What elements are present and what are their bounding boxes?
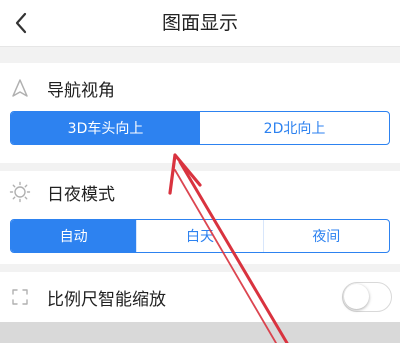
navigation-arrow-icon <box>9 77 31 99</box>
section-divider <box>0 47 400 63</box>
navigation-view-label: 导航视角 <box>47 80 115 101</box>
option-2d-north-up[interactable]: 2D北向上 <box>200 112 389 144</box>
navigation-view-section: 导航视角 3D车头向上 2D北向上 <box>0 63 400 163</box>
option-night[interactable]: 夜间 <box>262 220 389 252</box>
sun-icon <box>9 181 31 203</box>
header-bar: 图面显示 <box>0 0 400 47</box>
option-auto[interactable]: 自动 <box>11 220 137 252</box>
option-3d-heading-up[interactable]: 3D车头向上 <box>11 112 200 144</box>
smart-scale-row: 比例尺智能缩放 <box>0 272 400 322</box>
day-night-mode-label: 日夜模式 <box>47 184 115 205</box>
smart-scale-toggle[interactable] <box>342 282 392 312</box>
toggle-knob <box>344 284 369 309</box>
bottom-area <box>0 322 400 343</box>
option-day[interactable]: 白天 <box>136 220 262 252</box>
day-night-mode-section: 日夜模式 自动 白天 夜间 <box>0 171 400 264</box>
smart-scale-title-row: 比例尺智能缩放 <box>0 282 400 312</box>
navigation-view-title-row: 导航视角 <box>0 73 400 103</box>
smart-scale-label: 比例尺智能缩放 <box>47 289 166 310</box>
section-divider <box>0 264 400 272</box>
day-night-mode-title-row: 日夜模式 <box>0 177 400 207</box>
day-night-mode-selector: 自动 白天 夜间 <box>10 219 390 253</box>
page-title: 图面显示 <box>161 12 238 34</box>
expand-corners-icon <box>9 286 31 308</box>
section-divider <box>0 163 400 171</box>
navigation-view-selector: 3D车头向上 2D北向上 <box>10 111 390 145</box>
